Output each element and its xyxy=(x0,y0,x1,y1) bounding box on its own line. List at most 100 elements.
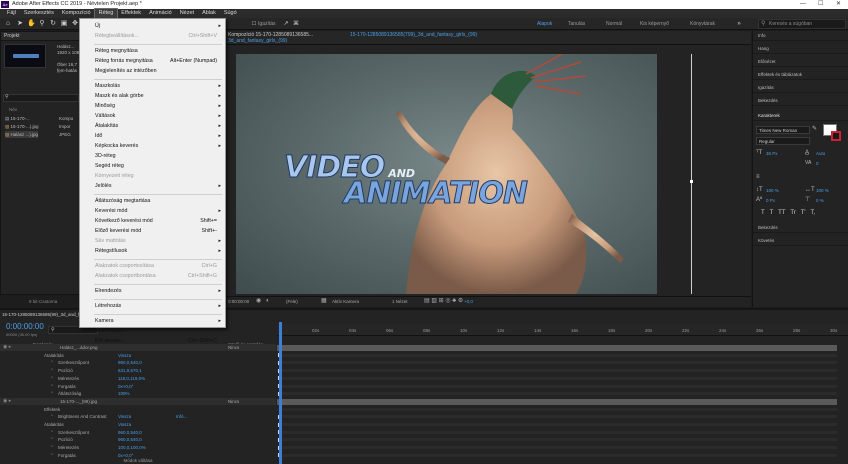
zoom-tool-icon[interactable]: ⚲ xyxy=(38,20,46,28)
stopwatch-icon[interactable]: ◔ xyxy=(50,390,53,397)
row-value[interactable]: Vissza xyxy=(118,421,131,428)
layer-menu-item[interactable]: Megjelenítés az intézőben xyxy=(80,67,225,75)
layer-menu-item[interactable]: Átalakítás ▸ xyxy=(80,122,225,130)
layer-menu-item[interactable]: Átlátszóság megtartása xyxy=(80,197,225,205)
column-name[interactable]: Név xyxy=(9,106,17,113)
superscript-button[interactable]: T' xyxy=(801,210,806,216)
camera-select[interactable]: Aktív Kamera xyxy=(332,297,359,306)
layer-handle[interactable] xyxy=(690,180,693,183)
layer-menu-item[interactable]: Réteg megnyitása xyxy=(80,47,225,55)
panel-tracker[interactable]: Követés xyxy=(753,236,848,246)
layer-menu-item[interactable]: Keverési mód ▸ xyxy=(80,207,225,215)
property-row[interactable]: Effektek xyxy=(0,406,276,413)
property-row[interactable]: ◔ Átlátszóság 100% xyxy=(0,390,276,397)
panel-effects-presets[interactable]: Effektek és táblázatok xyxy=(753,70,848,80)
viewer-layer-name[interactable]: 15-170-1285089136585(799)_3d_and_fantasy… xyxy=(350,32,477,38)
panel-info[interactable]: Info xyxy=(753,31,848,41)
row-value[interactable]: 0x+0,0° xyxy=(118,383,133,390)
layer-menu-item[interactable]: Rétegstílusok ▸ xyxy=(80,247,225,255)
time-ruler[interactable]: 02s 04s 06s 08s 10s 12s 14s 16s 18s 20s 22s 24s 26s 2… xyxy=(277,324,848,336)
layer-menu-item[interactable]: Minőség ▸ xyxy=(80,102,225,110)
layer-menu-item[interactable]: Előző keverési mód Shift+- xyxy=(80,227,225,235)
menu-composition[interactable]: Kompozíció xyxy=(58,9,95,18)
layer-menu-item[interactable]: Réteg forrás megnyitása Alt+Enter (Numpad… xyxy=(80,57,225,65)
row-value[interactable]: 100,0,100,0% xyxy=(118,444,146,451)
faux-bold-button[interactable]: T xyxy=(761,210,765,216)
toggle-modes-label[interactable]: Módok váltása xyxy=(0,457,276,464)
property-row[interactable]: ◔ Szerkesztőpont 960,0,540,0 xyxy=(0,429,276,436)
stroke-color-swatch[interactable] xyxy=(831,131,841,141)
property-row[interactable]: ◔ Brightness And Contrast Vissza Infó... xyxy=(0,413,276,420)
color-channel-icon[interactable]: ◐ xyxy=(266,297,270,306)
row-value[interactable]: Vissza xyxy=(118,413,131,420)
faux-italic-button[interactable]: T xyxy=(770,210,774,216)
row-value[interactable]: 631,9,570,1 xyxy=(118,367,142,374)
layer-row[interactable]: ◉ ▸ 15-170-..._(99).jpg Nincs xyxy=(0,397,276,405)
menu-help[interactable]: Súgó xyxy=(220,9,241,18)
layer-row[interactable]: ◉ ▸ Halász_...ádor.png Nincs xyxy=(0,344,276,351)
property-row[interactable]: ◔ Forgatás 0x+0,0° xyxy=(0,383,276,390)
current-time-indicator[interactable] xyxy=(279,322,282,464)
menu-animation[interactable]: Animáció xyxy=(145,9,176,18)
snap-extra-icon[interactable]: ⌘ xyxy=(292,20,300,28)
menu-layer[interactable]: Réteg xyxy=(93,8,119,19)
panel-paragraph[interactable]: Bekezdés xyxy=(753,223,848,233)
layer-menu-item[interactable]: Képkocka keverés ▸ xyxy=(80,142,225,150)
snap-option-icon[interactable]: ↗ xyxy=(282,20,290,28)
stopwatch-icon[interactable]: ◔ xyxy=(50,359,53,366)
font-family-select[interactable]: Times New Roman xyxy=(756,126,810,134)
baseline-shift-value[interactable]: 0 Px xyxy=(766,197,775,204)
layer-menu-item[interactable]: Maszk és alak görbe ▸ xyxy=(80,92,225,100)
workspace-small-screen[interactable]: Kis képernyő xyxy=(640,20,669,28)
layer-menu-item[interactable]: Jelölés ▸ xyxy=(80,182,225,190)
layer-menu-item[interactable]: Segéd réteg xyxy=(80,162,225,170)
menu-effects[interactable]: Effektek xyxy=(117,9,145,18)
property-row[interactable]: ◔ Pozíció 631,9,570,1 xyxy=(0,367,276,374)
property-row[interactable]: ◔ Méretezés 100,0,100,0% xyxy=(0,444,276,451)
camera-tool-icon[interactable]: ▣ xyxy=(60,20,68,28)
menu-edit[interactable]: Szerkesztés xyxy=(20,9,58,18)
row-value[interactable]: Vissza xyxy=(118,352,131,359)
minimize-icon[interactable]: — xyxy=(800,0,806,9)
parent-select[interactable]: Nincs xyxy=(228,398,239,405)
home-icon[interactable]: ⌂ xyxy=(4,20,12,28)
font-size-value[interactable]: 36 Px xyxy=(766,150,778,157)
stopwatch-icon[interactable]: ◔ xyxy=(50,429,53,436)
property-row[interactable]: ◔ Pozíció 960,0,540,0 xyxy=(0,436,276,443)
workspace-libraries[interactable]: Könyvtárak xyxy=(690,20,715,28)
stopwatch-icon[interactable]: ◔ xyxy=(50,367,53,374)
layer-menu-item[interactable]: Maszkolás ▸ xyxy=(80,82,225,90)
stopwatch-icon[interactable]: ◔ xyxy=(50,436,53,443)
vertical-scale-value[interactable]: 100 % xyxy=(766,187,779,194)
panel-preview[interactable]: Előnézet xyxy=(753,57,848,67)
tracking-value[interactable]: 0 xyxy=(816,160,819,167)
project-item-0[interactable]: ▤ 15-170-... xyxy=(5,115,30,122)
layer-menu-item[interactable]: Alakzatok csoportbontása Ctrl+Shift+G xyxy=(80,272,225,280)
layer-menu-item[interactable]: Rétegbeállítások... Ctrl+Shift+V xyxy=(80,32,225,40)
layer-menu-item[interactable]: Kamera ▸ xyxy=(80,317,225,325)
workspace-overflow-icon[interactable]: » xyxy=(735,20,743,28)
row-value[interactable]: 960,0,540,0 xyxy=(118,429,142,436)
property-row[interactable]: ◔ Szerkesztőpont 960,0,540,0 xyxy=(0,359,276,366)
layer-menu-item[interactable]: Autó követés... xyxy=(80,327,225,335)
stopwatch-icon[interactable]: ◔ xyxy=(50,413,53,420)
leading-value[interactable]: Auto xyxy=(816,150,825,157)
layer-menu-item[interactable]: Létrehozás ▸ xyxy=(80,302,225,310)
snap-checkbox-icon[interactable]: ☐ xyxy=(250,20,258,28)
layer-menu-item[interactable]: Következő keverési mód Shift+= xyxy=(80,217,225,225)
project-tab[interactable]: Projekt xyxy=(1,32,80,41)
workspace-standard[interactable]: Normál xyxy=(606,20,622,28)
subscript-button[interactable]: T, xyxy=(810,210,815,216)
timeline-timecode[interactable]: 0:00:00:00 xyxy=(6,322,44,331)
small-caps-button[interactable]: Tr xyxy=(790,210,795,216)
layer-menu-item[interactable]: Sáv mattolás ▸ xyxy=(80,237,225,245)
all-caps-button[interactable]: TT xyxy=(778,210,785,216)
layer-menu-item[interactable]: Új ▸ xyxy=(80,22,225,30)
layer-menu-item[interactable]: Idő ▸ xyxy=(80,132,225,140)
workspace-learn[interactable]: Tanulás xyxy=(568,20,585,28)
layer-menu-item[interactable]: Váltások ▸ xyxy=(80,112,225,120)
layer-menu-item[interactable]: Elő alkotás... Ctrl+Shift+C xyxy=(80,337,225,345)
workspace-essentials[interactable]: Alapok xyxy=(537,20,552,28)
hand-tool-icon[interactable]: ✋ xyxy=(27,20,36,28)
close-icon[interactable]: ✕ xyxy=(836,0,841,9)
